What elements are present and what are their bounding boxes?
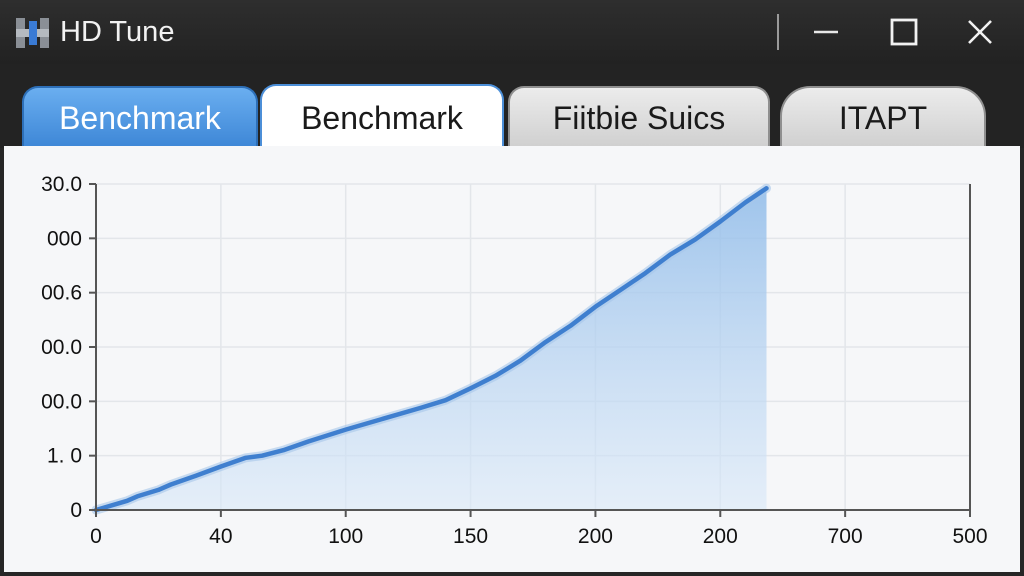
tab-benchmark-active[interactable]: Benchmark <box>260 84 504 150</box>
chart-area-layer <box>91 183 771 515</box>
benchmark-panel: 0 40 100 150 200 200 700 500 0 1. 0 00.0 00.0 00.6 00… <box>4 146 1020 572</box>
y-tick-label: 30.0 <box>41 173 82 196</box>
hd-tune-window: HD Tune Benchmark Benchmark Fiitbie Suic… <box>0 0 1024 576</box>
x-tick-label: 0 <box>90 525 102 548</box>
y-tick-label: 000 <box>47 227 82 250</box>
minimize-button[interactable] <box>796 10 856 54</box>
close-button[interactable] <box>950 10 1010 54</box>
y-tick-label: 00.0 <box>41 390 82 413</box>
tab-file-benchmark[interactable]: Fiitbie Suics <box>508 86 770 148</box>
x-tick-label: 100 <box>328 525 363 548</box>
titlebar-separator <box>777 14 779 50</box>
tab-strip: Benchmark Benchmark Fiitbie Suics ITAPT <box>0 64 1024 150</box>
close-icon <box>968 20 992 44</box>
x-tick-label: 200 <box>578 525 613 548</box>
x-tick-label: 700 <box>828 525 863 548</box>
x-tick-label: 500 <box>952 525 987 548</box>
y-tick-label: 00.6 <box>41 282 82 305</box>
tab-itapt[interactable]: ITAPT <box>780 86 986 148</box>
transfer-rate-area <box>96 188 767 511</box>
window-title: HD Tune <box>60 16 175 48</box>
y-tick-label: 0 <box>70 499 82 522</box>
tab-benchmark-highlighted[interactable]: Benchmark <box>22 86 258 148</box>
hd-tune-app-icon <box>16 18 49 48</box>
x-tick-label: 200 <box>703 525 738 548</box>
x-tick-label: 150 <box>453 525 488 548</box>
benchmark-chart: 0 40 100 150 200 200 700 500 0 1. 0 00.0 00.0 00.6 00… <box>41 173 987 548</box>
y-tick-label: 00.0 <box>41 336 82 359</box>
x-tick-label: 40 <box>209 525 232 548</box>
y-tick-label: 1. 0 <box>47 445 82 468</box>
title-bar[interactable]: HD Tune <box>0 0 1024 64</box>
maximize-button[interactable] <box>874 10 934 54</box>
maximize-icon <box>890 18 918 46</box>
minimize-icon <box>814 30 838 34</box>
